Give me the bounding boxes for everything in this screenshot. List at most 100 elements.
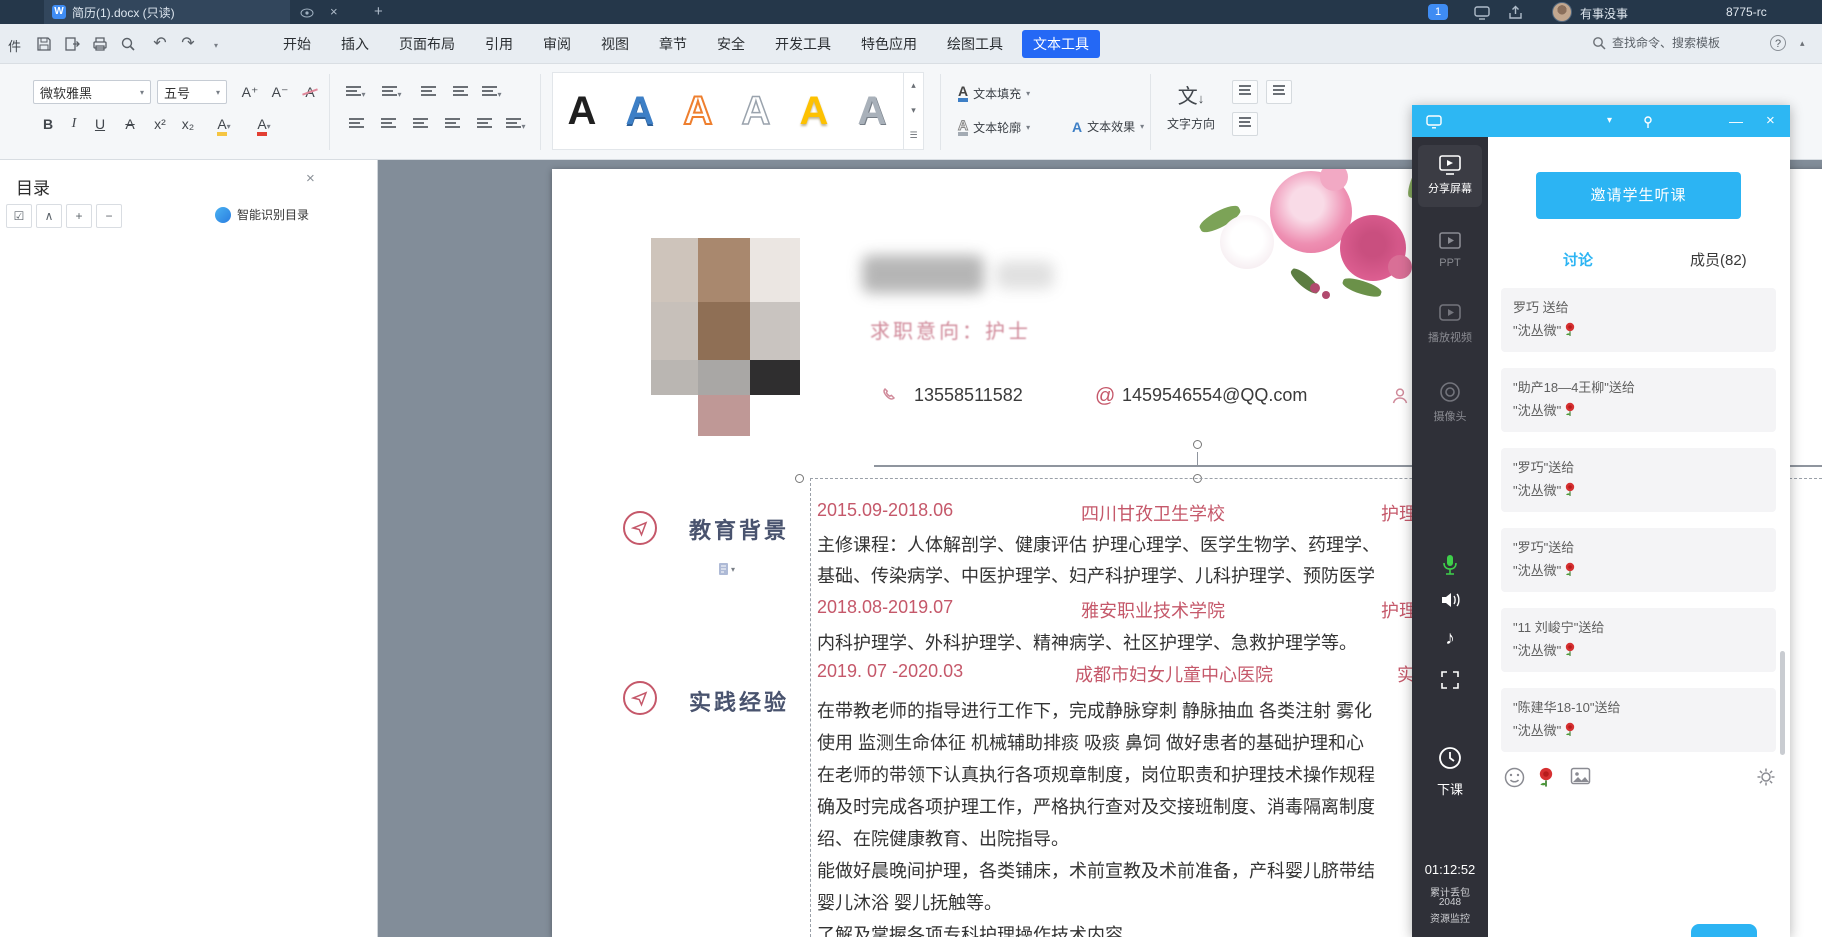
camera-button[interactable]: 摄像头 xyxy=(1412,380,1488,424)
redo-icon[interactable]: ↷ xyxy=(178,34,198,54)
text-effect-button[interactable]: A 文本效果▾ xyxy=(1072,118,1144,135)
user-avatar[interactable] xyxy=(1552,2,1572,22)
help-icon[interactable]: ? xyxy=(1770,35,1786,51)
text-fill-button[interactable]: A 文本填充▾ xyxy=(958,84,1030,102)
play-video-button[interactable]: 播放视频 xyxy=(1412,303,1488,345)
menu-tab-审阅[interactable]: 审阅 xyxy=(532,30,582,58)
justify-button[interactable] xyxy=(440,112,464,136)
bold-button[interactable]: B xyxy=(36,112,60,136)
undo-icon[interactable]: ↶ xyxy=(150,34,170,54)
ribbon-extra-button-2[interactable] xyxy=(1266,80,1292,104)
share-icon[interactable] xyxy=(1508,4,1523,20)
align-right-button[interactable] xyxy=(408,112,432,136)
toc-check-button[interactable]: ☑ xyxy=(6,204,32,228)
font-name-select[interactable]: 微软雅黑▾ xyxy=(33,80,151,104)
emoji-button[interactable] xyxy=(1504,767,1526,789)
menu-tab-绘图工具[interactable]: 绘图工具 xyxy=(936,30,1014,58)
tab-discussion[interactable]: 讨论 xyxy=(1563,249,1593,270)
menu-tab-安全[interactable]: 安全 xyxy=(706,30,756,58)
chat-scrollbar[interactable] xyxy=(1780,651,1785,755)
menu-tab-文本工具[interactable]: 文本工具 xyxy=(1022,30,1100,58)
toc-expand-button[interactable]: + xyxy=(66,204,92,228)
toc-reduce-button[interactable]: − xyxy=(96,204,122,228)
menu-tab-特色应用[interactable]: 特色应用 xyxy=(850,30,928,58)
bullet-list-button[interactable]: ▾ xyxy=(344,80,368,104)
gallery-down-icon[interactable]: ▾ xyxy=(904,98,923,123)
wordart-style-5[interactable]: A xyxy=(785,79,843,143)
gallery-up-icon[interactable]: ▴ xyxy=(904,73,923,98)
cast-icon[interactable] xyxy=(1474,4,1490,20)
resize-handle-left[interactable] xyxy=(795,474,804,483)
collapse-ribbon-icon[interactable]: ▴ xyxy=(1800,38,1805,49)
text-direction-button[interactable]: 文↓ 文字方向 xyxy=(1160,74,1222,148)
wordart-gallery-scroll[interactable]: ▴ ▾ ☰ xyxy=(903,73,923,149)
menu-tab-页面布局[interactable]: 页面布局 xyxy=(388,30,466,58)
wordart-style-2[interactable]: A xyxy=(611,79,669,143)
mic-button[interactable] xyxy=(1412,553,1488,577)
increase-indent-button[interactable] xyxy=(448,80,472,104)
gallery-more-icon[interactable]: ☰ xyxy=(904,123,923,148)
wordart-style-4[interactable]: A xyxy=(727,79,785,143)
subscript-button[interactable]: x₂ xyxy=(176,112,200,136)
decrease-font-button[interactable]: A⁻ xyxy=(268,80,292,104)
ppt-button[interactable]: PPT xyxy=(1412,231,1488,269)
smart-toc-button[interactable]: 智能识别目录 xyxy=(215,206,309,223)
font-color-button[interactable]: A▾ xyxy=(252,112,276,136)
chat-message-list[interactable]: 罗巧 送给 "沈丛微" "助产18—4王柳"送给 "沈丛微" "罗巧"送给 "沈… xyxy=(1488,288,1790,754)
decrease-indent-button[interactable] xyxy=(416,80,440,104)
align-left-button[interactable] xyxy=(344,112,368,136)
menu-tab-插入[interactable]: 插入 xyxy=(330,30,380,58)
panel-dropdown-icon[interactable]: ▾ xyxy=(1607,113,1612,129)
distribute-button[interactable] xyxy=(472,112,496,136)
numbered-list-button[interactable]: ▾ xyxy=(380,80,404,104)
export-icon[interactable] xyxy=(62,34,82,54)
send-rose-button[interactable] xyxy=(1536,767,1558,789)
italic-button[interactable]: I xyxy=(62,112,86,136)
invite-students-button[interactable]: 邀请学生听课 xyxy=(1536,172,1741,219)
attachment-icon[interactable]: ▾ xyxy=(718,561,735,576)
superscript-button[interactable]: x² xyxy=(148,112,172,136)
fullscreen-button[interactable] xyxy=(1412,670,1488,690)
menu-tab-引用[interactable]: 引用 xyxy=(474,30,524,58)
notification-badge[interactable]: 1 xyxy=(1428,4,1448,20)
menu-tab-视图[interactable]: 视图 xyxy=(590,30,640,58)
document-tab[interactable]: W 简历(1).docx (只读) xyxy=(44,0,290,24)
ribbon-extra-button-1[interactable] xyxy=(1232,80,1258,104)
send-button[interactable] xyxy=(1691,924,1757,937)
wordart-style-6[interactable]: A xyxy=(843,79,901,143)
close-panel-icon[interactable]: × xyxy=(1766,113,1775,129)
text-outline-button[interactable]: A 文本轮廓▾ xyxy=(958,118,1030,136)
wordart-style-3[interactable]: A xyxy=(669,79,727,143)
save-icon[interactable] xyxy=(34,34,54,54)
speaker-button[interactable] xyxy=(1412,590,1488,610)
font-size-select[interactable]: 五号▾ xyxy=(157,80,227,104)
new-tab-icon[interactable]: + xyxy=(374,4,383,20)
quickbar-dropdown-icon[interactable]: ▾ xyxy=(206,34,226,54)
close-doc-tab-icon[interactable]: × xyxy=(330,4,338,20)
increase-font-button[interactable]: A⁺ xyxy=(238,80,262,104)
line-spacing-button[interactable]: ▾ xyxy=(504,112,528,136)
highlight-color-button[interactable]: A▾ xyxy=(212,112,236,136)
align-center-button[interactable] xyxy=(376,112,400,136)
tab-members[interactable]: 成员(82) xyxy=(1690,249,1747,270)
menu-tab-开发工具[interactable]: 开发工具 xyxy=(764,30,842,58)
live-panel-header[interactable]: ▾ — × xyxy=(1412,105,1790,137)
command-search[interactable]: 查找命令、搜索模板 xyxy=(1592,34,1720,51)
share-screen-button[interactable]: 分享屏幕 xyxy=(1418,145,1482,207)
strikethrough-button[interactable]: A xyxy=(118,112,142,136)
minimize-panel-icon[interactable]: — xyxy=(1729,113,1743,129)
wordart-style-1[interactable]: A xyxy=(553,79,611,143)
print-preview-icon[interactable] xyxy=(118,34,138,54)
music-button[interactable]: ♪ xyxy=(1412,628,1488,650)
end-class-button[interactable]: 下课 xyxy=(1412,745,1488,798)
toc-close-icon[interactable]: × xyxy=(306,170,315,187)
clear-format-button[interactable]: A xyxy=(298,80,322,104)
rotate-handle[interactable] xyxy=(1193,440,1202,449)
send-image-button[interactable] xyxy=(1570,767,1592,789)
print-icon[interactable] xyxy=(90,34,110,54)
underline-button[interactable]: U xyxy=(88,112,112,136)
pin-icon[interactable] xyxy=(1641,113,1655,129)
menu-tab-开始[interactable]: 开始 xyxy=(272,30,322,58)
chat-settings-gear-icon[interactable] xyxy=(1756,767,1778,789)
toc-collapse-button[interactable]: ∧ xyxy=(36,204,62,228)
